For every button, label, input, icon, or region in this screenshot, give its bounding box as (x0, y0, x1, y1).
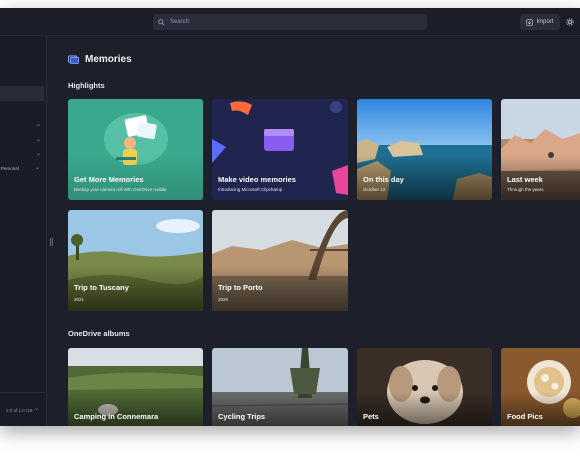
card-title: Pets (363, 412, 379, 421)
import-label: Import (536, 19, 554, 25)
card-title: On this day (363, 175, 404, 184)
page-title-text: Memories (85, 54, 132, 65)
page-title: Memories (68, 54, 132, 65)
app-window: Search Import ⌄ ⌄ ⌄ Personal ⌄ 0.0 of 1.… (0, 8, 580, 426)
card-title: Last week (507, 175, 543, 184)
highlight-card[interactable]: Get More Memories Backup your camera rol… (68, 99, 203, 200)
card-title: Food Pics (507, 412, 543, 421)
card-subtitle: Backup your camera roll with OneDrive mo… (74, 187, 167, 192)
main-content: Memories Highlights Get More Memories Ba… (53, 36, 580, 426)
card-subtitle: October 12 (363, 187, 386, 192)
card-subtitle: Through the years (507, 187, 544, 192)
chevron-down-icon[interactable]: ⌄ (36, 150, 41, 157)
card-title: Make video memories (218, 175, 296, 184)
card-subtitle: 2021 (74, 297, 85, 302)
sidebar: ⌄ ⌄ ⌄ Personal ⌄ 0.0 of 1.0 GB ⌄ (0, 36, 47, 426)
title-bar: Search Import (0, 8, 580, 36)
chevron-down-icon[interactable]: ⌄ (35, 164, 40, 171)
highlight-card[interactable]: Trip to Porto 2020 (212, 210, 348, 311)
sidebar-divider (0, 100, 46, 101)
storage-label: 0.0 of 1.0 GB (6, 408, 33, 413)
sidebar-divider (0, 392, 46, 393)
album-card[interactable]: Camping in Connemara (68, 348, 203, 426)
settings-button[interactable] (563, 15, 577, 29)
card-title: Trip to Tuscany (74, 283, 129, 292)
import-icon (526, 18, 534, 26)
highlights-heading: Highlights (68, 81, 105, 90)
clipchamp-illustration (212, 99, 348, 200)
chevron-down-icon[interactable]: ⌄ (36, 136, 41, 143)
chevron-down-icon[interactable]: ⌄ (34, 405, 39, 412)
onedrive-albums-heading: OneDrive albums (68, 329, 130, 338)
search-icon (158, 18, 165, 26)
sidebar-item-personal[interactable]: Personal (1, 166, 19, 171)
album-card[interactable]: Food Pics (501, 348, 580, 426)
highlight-card[interactable]: On this day October 12 (357, 99, 492, 200)
card-title: Camping in Connemara (74, 412, 159, 421)
highlight-card[interactable]: Trip to Tuscany 2021 (68, 210, 203, 311)
card-title: Trip to Porto (218, 283, 263, 292)
highlight-card[interactable]: Last week Through the years (501, 99, 580, 200)
card-subtitle: 2020 (218, 297, 229, 302)
settings-icon (566, 18, 574, 26)
memories-icon (68, 55, 79, 64)
card-title: Cycling Trips (218, 412, 266, 421)
chevron-down-icon[interactable]: ⌄ (36, 121, 41, 128)
album-card[interactable]: Pets (357, 348, 492, 426)
card-title: Get More Memories (74, 175, 144, 184)
sidebar-selected-item[interactable] (0, 86, 44, 100)
card-subtitle: Introducing Microsoft Clipchamp (218, 187, 283, 192)
search-input[interactable]: Search (153, 14, 427, 30)
import-button[interactable]: Import (520, 14, 560, 30)
search-placeholder: Search (170, 19, 190, 25)
album-card[interactable]: Cycling Trips (212, 348, 348, 426)
highlight-card[interactable]: Make video memories Introducing Microsof… (212, 99, 348, 200)
